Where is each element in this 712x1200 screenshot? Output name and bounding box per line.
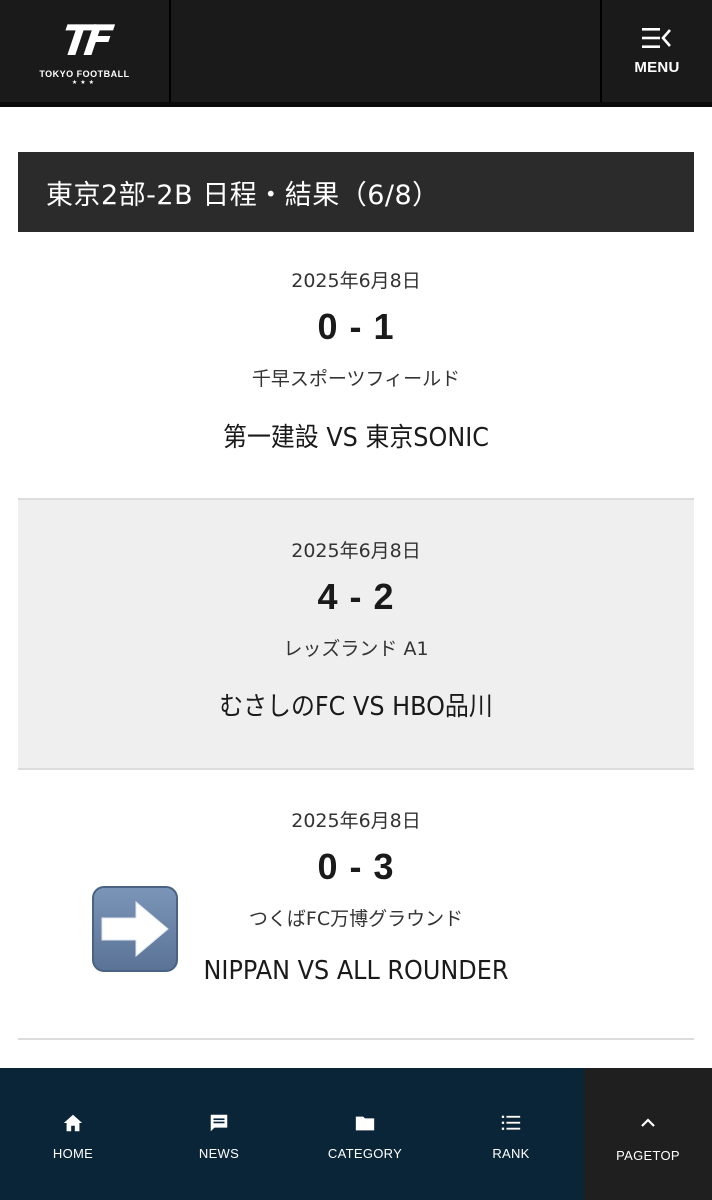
chevron-up-icon xyxy=(641,1118,655,1127)
match-date: 2025年6月8日 xyxy=(291,270,421,292)
menu-label: MENU xyxy=(634,58,680,76)
match-card: 2025年6月8日 0 - 1 千早スポーツフィールド 第一建設 VS 東京SO… xyxy=(18,232,694,500)
site-header: TF TOKYO FOOTBALL ★★★ MENU xyxy=(0,0,712,107)
nav-home[interactable]: HOME xyxy=(0,1068,146,1200)
menu-button[interactable]: MENU xyxy=(600,0,712,102)
right-arrow-glyph xyxy=(101,900,169,958)
match-date: 2025年6月8日 xyxy=(291,540,421,562)
folder-icon xyxy=(355,1116,375,1131)
nav-category[interactable]: CATEGORY xyxy=(292,1068,438,1200)
site-logo[interactable]: TF TOKYO FOOTBALL ★★★ xyxy=(0,0,171,102)
match-teams: むさしのFC VS HBO品川 xyxy=(219,692,493,722)
pagetop-label: PAGETOP xyxy=(616,1148,680,1163)
chat-icon xyxy=(210,1114,228,1132)
nav-news[interactable]: NEWS xyxy=(146,1068,292,1200)
match-date: 2025年6月8日 xyxy=(291,810,421,832)
logo-mark: TF xyxy=(58,16,111,65)
match-score: 0 - 3 xyxy=(317,846,395,887)
bottom-nav: HOME NEWS CATEGORY RANK PAGETOP xyxy=(0,1068,712,1200)
nav-news-label: NEWS xyxy=(198,1146,240,1161)
logo-stars: ★★★ xyxy=(71,79,98,86)
section-title: 東京2部-2B 日程・結果（6/8） xyxy=(18,152,694,232)
right-arrow-icon xyxy=(92,886,178,972)
nav-category-label: CATEGORY xyxy=(327,1146,403,1161)
logo-text: TOKYO FOOTBALL xyxy=(39,69,130,79)
menu-icon xyxy=(642,27,671,48)
match-card: 2025年6月8日 4 - 2 レッズランド A1 むさしのFC VS HBO品… xyxy=(18,500,694,770)
nav-rank-label: RANK xyxy=(492,1146,530,1161)
match-teams: 第一建設 VS 東京SONIC xyxy=(223,423,489,453)
home-icon xyxy=(63,1114,83,1132)
match-venue: レッズランド A1 xyxy=(283,638,429,660)
nav-home-label: HOME xyxy=(52,1146,94,1161)
match-venue: 千早スポーツフィールド xyxy=(251,368,461,390)
list-icon xyxy=(501,1115,521,1130)
match-score: 0 - 1 xyxy=(317,306,395,347)
match-score: 4 - 2 xyxy=(317,576,395,617)
nav-rank[interactable]: RANK xyxy=(438,1068,584,1200)
pagetop-button[interactable]: PAGETOP xyxy=(584,1068,712,1200)
